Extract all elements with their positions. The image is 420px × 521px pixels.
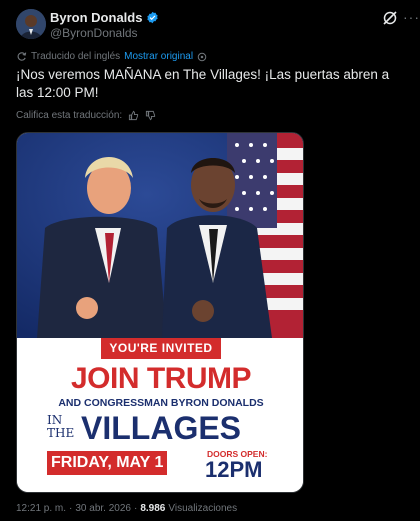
flyer-headline: JOIN TRUMP	[70, 362, 252, 395]
rate-translation-row: Califica esta traducción:	[16, 110, 156, 121]
flyer-invite-tag: YOU'RE INVITED	[101, 338, 221, 359]
meta-separator: ·	[69, 503, 73, 514]
rate-translation-label: Califica esta traducción:	[16, 110, 123, 121]
tweet-meta: 12:21 p. m. · 30 abr. 2026 · 8.986 Visua…	[16, 503, 237, 514]
flyer-in-the: IN THE	[47, 414, 74, 440]
flyer-photo-art	[17, 133, 303, 338]
meta-separator: ·	[133, 503, 138, 514]
translated-label: Traducido del inglés	[31, 51, 121, 62]
tweet-text: ¡Nos veremos MAÑANA en The Villages! ¡La…	[16, 67, 390, 100]
tweet-time[interactable]: 12:21 p. m.	[16, 503, 66, 514]
view-count: 8.986	[140, 503, 166, 514]
info-icon[interactable]	[197, 52, 207, 62]
flyer-text-panel: YOU'RE INVITED JOIN TRUMP AND CONGRESSMA…	[17, 338, 303, 492]
tweet-media-image[interactable]: YOU'RE INVITED JOIN TRUMP AND CONGRESSMA…	[16, 132, 304, 493]
more-icon[interactable]: ···	[403, 9, 420, 25]
avatar[interactable]	[16, 9, 46, 39]
verified-badge-icon	[147, 11, 159, 24]
flyer-photo	[17, 133, 303, 338]
flyer-date: FRIDAY, MAY 1	[47, 451, 168, 475]
translation-row: Traducido del inglés Mostrar original	[16, 51, 207, 62]
author-name[interactable]: Byron Donalds	[50, 10, 142, 25]
flyer-the: THE	[47, 426, 75, 440]
grok-icon[interactable]	[382, 10, 398, 26]
translate-icon	[17, 52, 27, 61]
views-label: Visualizaciones	[168, 503, 238, 514]
thumbs-up-icon[interactable]	[128, 110, 139, 121]
show-original-link[interactable]: Mostrar original	[124, 51, 193, 62]
flyer-villages: VILLAGES	[81, 410, 242, 446]
author-handle[interactable]: @ByronDonalds	[50, 26, 138, 40]
thumbs-down-icon[interactable]	[145, 110, 156, 121]
flyer-doors-time: 12PM	[205, 457, 263, 482]
tweet-date[interactable]: 30 abr. 2026	[75, 503, 131, 514]
flyer-subline: AND CONGRESSMAN BYRON DONALDS	[58, 397, 264, 409]
